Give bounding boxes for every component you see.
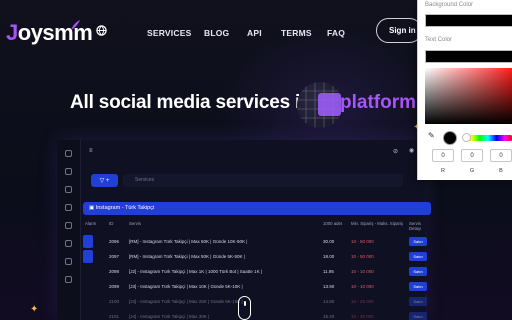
nav-link-terms[interactable]: TERMS [281,28,312,38]
text-color-label: Text Color [425,37,453,43]
sidebar-icon[interactable] [65,240,72,247]
buy-button[interactable]: Satın [409,312,427,320]
row-price: 14.80 [323,299,335,304]
green-label: G [469,168,475,174]
row-minmax: 10 - 50 000 [351,254,374,259]
row-price: 15.40 [323,314,335,319]
row-id: 2099 [109,284,120,289]
buy-button[interactable]: Satın [409,282,427,291]
row-id: 2098 [109,269,120,274]
eyedropper-icon[interactable]: ✎ [428,131,438,141]
row-service: [J3] - Instagram Türk Takipçi | Max 25K … [129,299,243,304]
row-service: [J3] - Instagram Türk Takipçi | Max 10K … [129,284,243,289]
sidebar-icon[interactable] [65,222,72,229]
background-color-swatch[interactable] [425,14,512,27]
globe-icon[interactable] [96,25,107,36]
dashboard-sidebar [57,140,81,320]
row-service: [J4] - Instagram Türk Takipçi | Max 30K … [129,314,210,319]
row-service: [J2] - Instagram Türk Takipçi | Max 1K |… [129,269,262,274]
sidebar-icon[interactable] [65,186,72,193]
row-service: [RM] - Instagram Türk Takipçi | Max 50K … [129,239,248,244]
row-price: 11.95 [323,269,334,274]
row-minmax: 10 - 25 000 [351,299,374,304]
sidebar-icon[interactable] [65,150,72,157]
row-alarm-tag[interactable] [83,250,93,263]
nav-link-services[interactable]: SERVICES [147,28,191,38]
blue-label: B [499,168,503,174]
row-alarm-tag[interactable] [83,235,93,248]
platform-accent-square [318,93,341,116]
red-label: R [441,168,445,174]
sidebar-icon[interactable] [65,258,72,265]
red-input[interactable]: 0 [432,149,454,162]
row-minmax: 10 - 30 000 [351,314,374,319]
sidebar-icon[interactable] [65,204,72,211]
col-detail: Servis Detayı [409,221,422,231]
row-price: 30.00 [323,239,335,244]
row-id: 2096 [109,239,120,244]
row-id: 2101 [109,314,120,319]
sparkle-icon: ✦ [30,304,39,315]
saturation-value-area[interactable] [425,68,512,124]
buy-button[interactable]: Satın [409,267,427,276]
row-id: 2100 [109,299,120,304]
logo-text: oysmm [17,20,93,45]
col-service: Servis [129,221,141,226]
row-service: [RM] - Instagram Türk Takipçi | Max 50K … [129,254,245,259]
filter-button[interactable]: ▽ + [91,174,118,187]
services-table-header: Alarm ID Servis 1000 adet Min. Sipariş -… [83,221,431,231]
sidebar-icon[interactable] [65,168,72,175]
row-price: 13.90 [323,284,335,289]
col-minmax: Min. Sipariş - Maks. Sipariş [351,221,404,226]
buy-button[interactable]: Satın [409,252,427,261]
col-price: 1000 adet [323,221,343,226]
nav-link-blog[interactable]: BLOG [204,28,229,38]
scroll-mouse-icon [238,296,251,320]
settings-icon[interactable]: ⊘ [393,148,398,155]
nav-link-api[interactable]: API [247,28,262,38]
hue-slider-handle[interactable] [462,133,471,142]
dashboard-preview: ≡ ⊘ ◉ ▽ + Services ▣ Instagram - Türk Ta… [57,140,431,320]
row-minmax: 10 - 10 000 [351,269,374,274]
table-row[interactable]: 2101 [J4] - Instagram Türk Takipçi | Max … [83,310,431,320]
row-minmax: 10 - 10 000 [351,284,374,289]
color-picker-panel: Background Color Text Color ✎ 0 0 0 R G … [417,0,512,180]
table-row[interactable]: 2100 [J3] - Instagram Türk Takipçi | Max … [83,295,431,308]
category-header[interactable]: ▣ Instagram - Türk Takipçi [83,202,431,215]
col-id: ID [109,221,114,226]
col-alarm: Alarm [85,221,97,226]
sidebar-icon[interactable] [65,276,72,283]
current-color-preview [443,131,457,145]
nav-link-faq[interactable]: FAQ [327,28,345,38]
background-color-label: Background Color [425,2,474,8]
hero-heading: All social media services in [70,92,312,113]
signin-button[interactable]: Sign in [376,18,422,43]
text-color-swatch[interactable] [425,50,512,63]
hero-highlight: platform [340,92,416,113]
row-price: 18.00 [323,254,335,259]
row-minmax: 10 - 50 000 [351,239,374,244]
table-row[interactable]: 2098 [J2] - Instagram Türk Takipçi | Max … [83,265,431,278]
table-row[interactable]: 2097 [RM] - Instagram Türk Takipçi | Max … [83,250,431,263]
green-input[interactable]: 0 [461,149,483,162]
logo-letter-j: J [6,20,18,45]
blue-input[interactable]: 0 [490,149,512,162]
table-row[interactable]: 2099 [J3] - Instagram Türk Takipçi | Max … [83,280,431,293]
user-avatar-icon[interactable]: ◉ [409,147,414,154]
feather-icon [71,20,80,30]
buy-button[interactable]: Satın [409,237,427,246]
table-row[interactable]: 2096 [RM] - Instagram Türk Takipçi | Max … [83,235,431,248]
buy-button[interactable]: Satın [409,297,427,306]
services-search-input[interactable]: Services [123,174,403,187]
menu-icon[interactable]: ≡ [89,148,93,154]
row-id: 2097 [109,254,120,259]
